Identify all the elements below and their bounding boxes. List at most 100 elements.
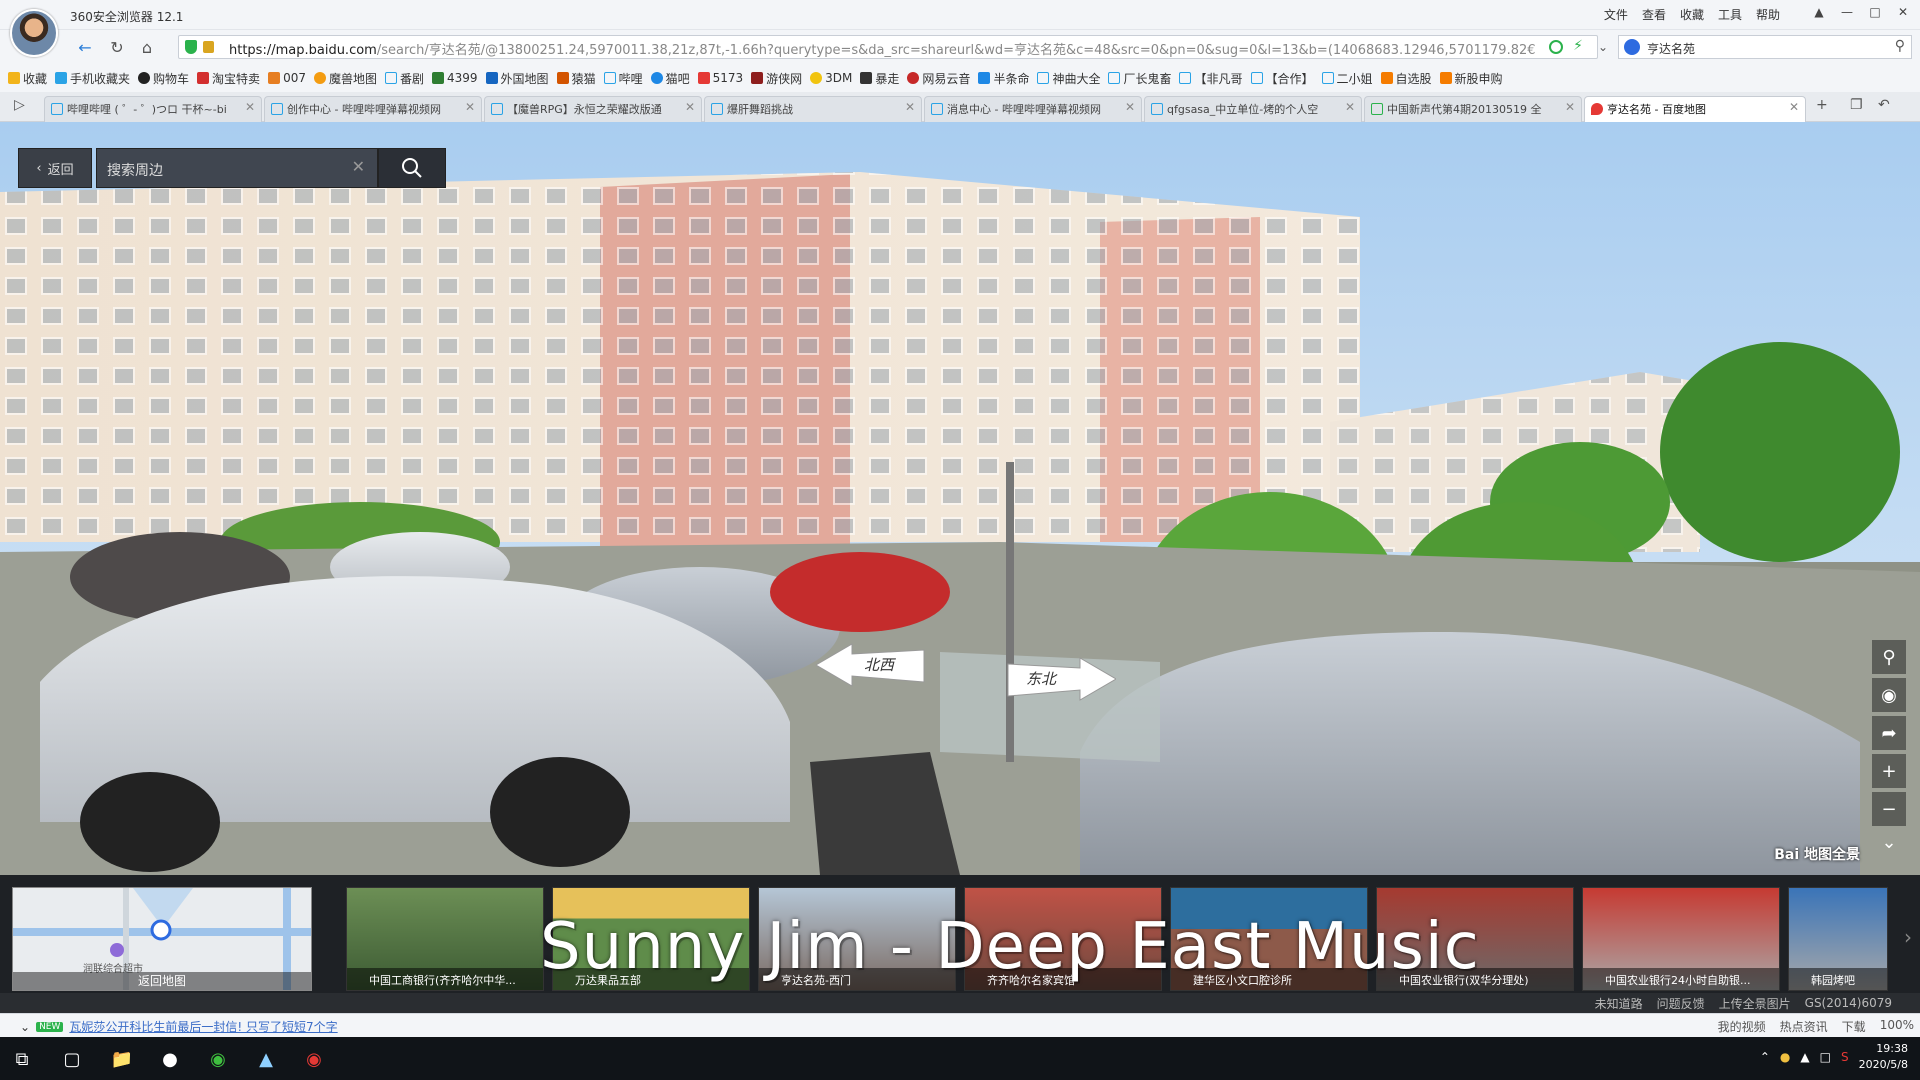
url-dropdown-icon[interactable]: ⌄ [1592, 36, 1614, 58]
tab-message-center[interactable]: 消息中心 - 哔哩哔哩弹幕视频网 ✕ [924, 96, 1142, 122]
news-ticker[interactable]: ⌄ NEW 瓦妮莎公开科比生前最后一封信! 只写了短短7个字 [20, 1018, 338, 1035]
tab-close-icon[interactable]: ✕ [685, 100, 695, 114]
tab-close-icon[interactable]: ✕ [1345, 100, 1355, 114]
clear-icon[interactable]: ✕ [352, 157, 365, 176]
tab-creator-center[interactable]: 创作中心 - 哔哩哔哩弹幕视频网 ✕ [264, 96, 482, 122]
hot-news-button[interactable]: 热点资讯 [1780, 1018, 1828, 1035]
nearby-thumb[interactable]: 韩园烤吧 [1788, 887, 1888, 991]
bookmark-item[interactable]: 【合作】 [1250, 70, 1314, 87]
bookmark-item[interactable]: 5173 [697, 71, 743, 85]
tab-close-icon[interactable]: ✕ [245, 100, 255, 114]
attrib-upload[interactable]: 上传全景图片 [1719, 995, 1791, 1012]
tab-qfgsasa[interactable]: qfgsasa_中立单位-烤的个人空 ✕ [1144, 96, 1362, 122]
menu-view[interactable]: 查看 [1642, 4, 1666, 25]
user-avatar[interactable] [10, 9, 58, 57]
search-around-button[interactable] [378, 148, 446, 188]
skin-icon[interactable]: ▲ [1808, 2, 1830, 22]
street-view-panorama[interactable]: ‹ 返回 搜索周边 ✕ 北西 东北 ⚲ ◉ ➦ + − ⌄ Bai 地图全景 [0, 122, 1920, 875]
zoom-out-icon[interactable]: − [1872, 792, 1906, 826]
bookmark-item[interactable]: 3DM [810, 71, 852, 85]
maximize-icon[interactable]: □ [1864, 2, 1886, 22]
bookmark-item[interactable]: 游侠网 [751, 70, 802, 87]
windows-start-icon[interactable]: ⧉ [4, 1043, 40, 1075]
message-icon[interactable]: □ [1820, 1050, 1831, 1064]
tab-close-icon[interactable]: ✕ [1565, 100, 1575, 114]
bookmark-item[interactable]: 收藏 [8, 70, 47, 87]
url-text[interactable]: https://map.baidu.com/search/亨达名苑/@13800… [229, 39, 1549, 58]
tab-bilibili[interactable]: 哔哩哔哩 ( ゜- ゜)つロ 干杯~-bi ✕ [44, 96, 262, 122]
collapse-icon[interactable]: ⌄ [1872, 830, 1906, 854]
bookmark-item[interactable]: 哔哩 [603, 70, 643, 87]
bookmark-item[interactable]: 番剧 [384, 70, 424, 87]
tab-warcraft-rpg[interactable]: 【魔兽RPG】永恒之荣耀改版通 ✕ [484, 96, 702, 122]
bookmark-item[interactable]: 外国地图 [485, 70, 549, 87]
tab-baidu-map[interactable]: 亨达名苑 - 百度地图 ✕ [1584, 96, 1806, 122]
bookmark-item[interactable]: 魔兽地图 [313, 70, 377, 87]
tray-app-icon[interactable]: ● [1780, 1050, 1790, 1064]
address-bar[interactable]: https://map.baidu.com/search/亨达名苑/@13800… [178, 35, 1598, 59]
tab-close-icon[interactable]: ✕ [1789, 100, 1799, 114]
new-tab-icon[interactable]: + [1816, 97, 1828, 113]
bookmark-item[interactable]: 猫吧 [650, 70, 690, 87]
task-view-icon[interactable]: ▢ [54, 1043, 90, 1075]
tray-expand-icon[interactable]: ⌃ [1760, 1050, 1770, 1064]
bookmark-item[interactable]: 半条命 [978, 70, 1029, 87]
back-button[interactable]: ‹ 返回 [18, 148, 92, 188]
menu-file[interactable]: 文件 [1604, 4, 1628, 25]
bookmark-item[interactable]: 二小姐 [1321, 70, 1373, 87]
minimize-icon[interactable]: — [1836, 2, 1858, 22]
menu-favorites[interactable]: 收藏 [1680, 4, 1704, 25]
tab-close-icon[interactable]: ✕ [465, 100, 475, 114]
browser-360-icon[interactable]: ◉ [200, 1043, 236, 1075]
search-engine-icon[interactable] [1624, 39, 1640, 55]
back-to-map-label[interactable]: 返回地图 [13, 972, 311, 990]
close-icon[interactable]: ✕ [1892, 2, 1914, 22]
bookmark-item[interactable]: 007 [268, 71, 306, 85]
download-button[interactable]: 下载 [1842, 1018, 1866, 1035]
menu-help[interactable]: 帮助 [1756, 4, 1780, 25]
bookmark-item[interactable]: 4399 [432, 71, 478, 85]
home-icon[interactable]: ⌂ [136, 36, 158, 58]
pano-search-icon[interactable]: ⚲ [1872, 640, 1906, 674]
minimap[interactable]: 润联综合超市 返回地图 [12, 887, 312, 991]
chrome-icon[interactable]: ● [152, 1043, 188, 1075]
menu-tools[interactable]: 工具 [1718, 4, 1742, 25]
bookmark-item[interactable]: 厂长鬼畜 [1108, 70, 1171, 87]
bookmark-item[interactable]: 神曲大全 [1037, 70, 1100, 87]
security-check-icon[interactable] [1549, 40, 1563, 54]
attrib-feedback[interactable]: 问题反馈 [1657, 995, 1705, 1012]
bookmark-item[interactable]: 猿猫 [556, 70, 596, 87]
bookmark-item[interactable]: 网易云音 [907, 70, 970, 87]
my-video-button[interactable]: 我的视频 [1718, 1018, 1766, 1035]
zoom-level[interactable]: 100% [1880, 1018, 1914, 1035]
app-icon[interactable]: ▲ [248, 1043, 284, 1075]
back-arrow-icon[interactable]: ← [74, 36, 96, 58]
bookmark-item[interactable]: 【非凡哥 [1179, 70, 1243, 87]
speed-mode-icon[interactable]: ⚡ [1573, 38, 1583, 54]
network-icon[interactable]: ▲ [1800, 1050, 1809, 1064]
bookmark-item[interactable]: 新股申购 [1439, 70, 1503, 87]
nav-arrow-right[interactable]: 东北 [1004, 656, 1117, 705]
tab-close-icon[interactable]: ✕ [905, 100, 915, 114]
bookmark-item[interactable]: 手机收藏夹 [55, 70, 130, 87]
search-box[interactable]: 亨达名苑 ⚲ [1618, 35, 1912, 59]
bookmark-item[interactable]: 购物车 [138, 70, 189, 87]
refresh-icon[interactable]: ↻ [106, 36, 128, 58]
bookmark-item[interactable]: 暴走 [860, 70, 899, 87]
attrib-unknown-road[interactable]: 未知道路 [1595, 995, 1643, 1012]
tab-dance-challenge[interactable]: 爆肝舞蹈挑战 ✕ [704, 96, 922, 122]
nearby-thumb[interactable]: 中国农业银行24小时自助银... [1582, 887, 1780, 991]
chevron-right-icon[interactable]: › [1904, 925, 1912, 949]
search-around-input[interactable]: 搜索周边 ✕ [96, 148, 378, 188]
nav-arrow-left[interactable]: 北西 [815, 642, 926, 691]
bookmark-item[interactable]: 自选股 [1380, 70, 1432, 87]
sidebar-toggle-icon[interactable]: ▷ [14, 97, 25, 113]
tab-new-voice[interactable]: 中国新声代第4期20130519 全 ✕ [1364, 96, 1582, 122]
sogou-icon[interactable]: S [1841, 1050, 1849, 1064]
camera-icon[interactable]: ◉ [1872, 678, 1906, 712]
netease-music-icon[interactable]: ◉ [296, 1043, 332, 1075]
chevron-down-icon[interactable]: ⌄ [20, 1020, 30, 1034]
undo-close-icon[interactable]: ↶ [1878, 97, 1890, 113]
search-icon[interactable]: ⚲ [1895, 38, 1905, 54]
nearby-thumb[interactable]: 中国工商银行(齐齐哈尔中华... [346, 887, 544, 991]
